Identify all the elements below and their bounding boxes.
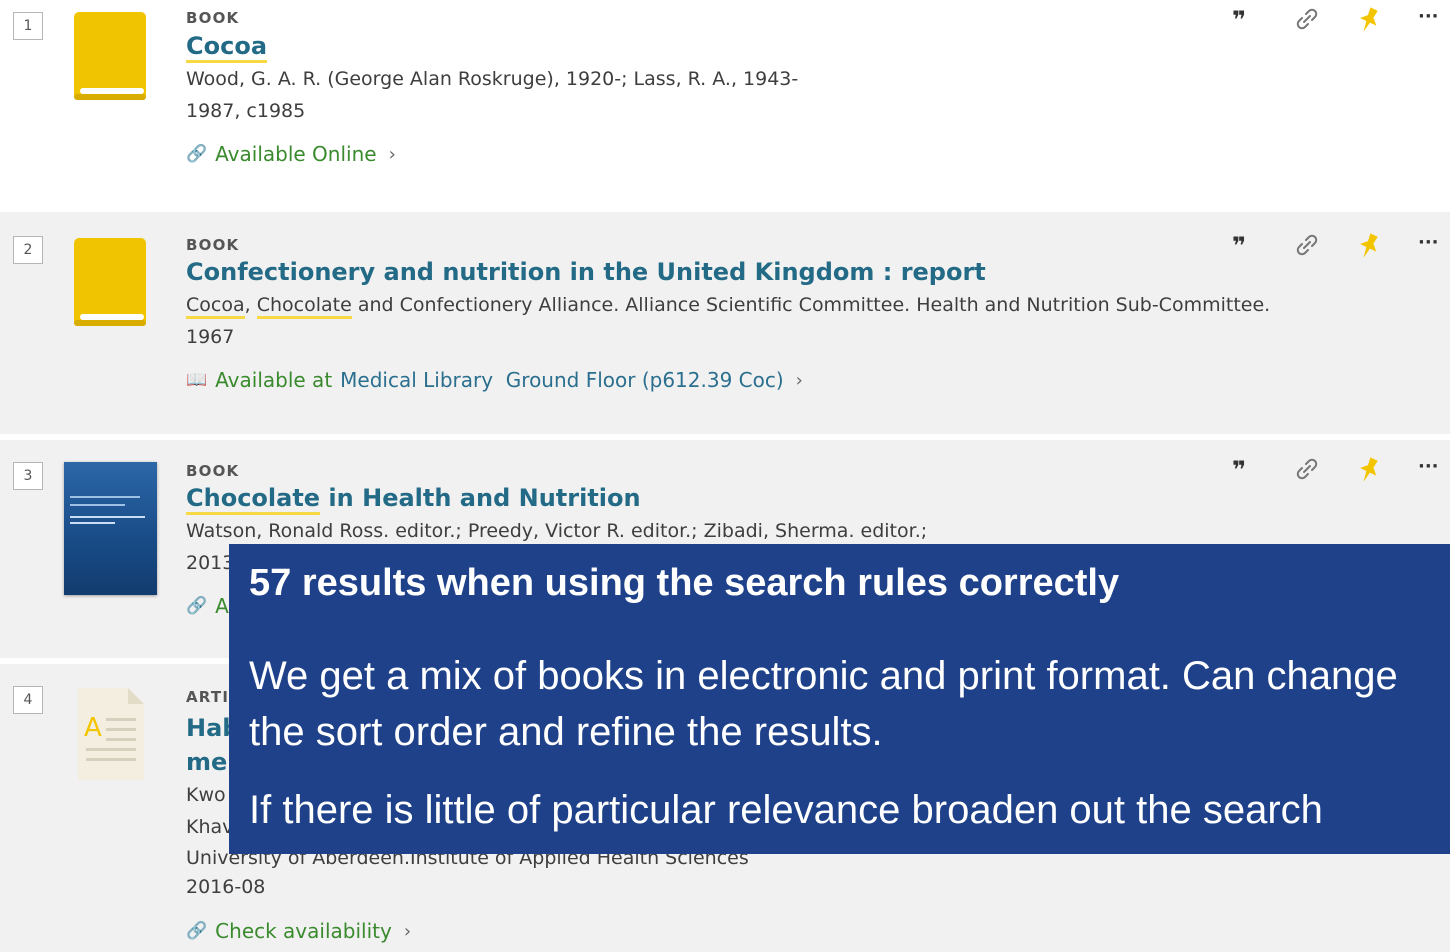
book-icon xyxy=(74,12,146,100)
more-icon[interactable]: ··· xyxy=(1418,456,1439,477)
result-title[interactable]: Confectionery and nutrition in the Unite… xyxy=(186,258,986,286)
record-actions: ❞ ··· xyxy=(1232,232,1447,262)
link-icon: 🔗 xyxy=(186,596,208,616)
overlay-paragraph-2: If there is little of particular relevan… xyxy=(249,788,1323,832)
book-open-icon: 📖 xyxy=(186,370,208,390)
result-title[interactable]: Cocoa xyxy=(186,32,268,63)
title-highlight: Chocolate xyxy=(186,484,321,515)
more-icon[interactable]: ··· xyxy=(1418,232,1439,253)
link-icon[interactable] xyxy=(1294,232,1320,262)
result-number: 2 xyxy=(13,236,43,264)
article-icon: A xyxy=(78,688,144,780)
pin-icon[interactable] xyxy=(1356,6,1382,38)
result-date: 2016-08 xyxy=(186,876,266,898)
location-text: Medical Library Ground Floor (p612.39 Co… xyxy=(340,368,784,392)
availability-text: A xyxy=(215,594,229,618)
book-icon xyxy=(74,238,146,326)
result-authors: Watson, Ronald Ross. editor.; Preedy, Vi… xyxy=(186,520,928,542)
pin-icon[interactable] xyxy=(1356,456,1382,488)
link-icon[interactable] xyxy=(1294,6,1320,38)
chevron-right-icon: › xyxy=(795,369,803,391)
result-item-1: 1 BOOK Cocoa Wood, G. A. R. (George Alan… xyxy=(0,0,1450,212)
result-number: 4 xyxy=(13,686,43,714)
link-icon[interactable] xyxy=(1294,456,1320,486)
result-item-2: 2 BOOK Confectionery and nutrition in th… xyxy=(0,212,1450,434)
availability-text: Available at xyxy=(215,368,333,392)
quote-icon[interactable]: ❞ xyxy=(1232,232,1246,260)
pin-icon[interactable] xyxy=(1356,232,1382,264)
author-highlight: Chocolate xyxy=(256,294,352,319)
record-actions: ❞ ··· xyxy=(1232,6,1447,36)
result-number: 1 xyxy=(13,12,43,40)
record-actions: ❞ ··· xyxy=(1232,456,1447,486)
availability-link[interactable]: 📖 Available at Medical Library Ground Fl… xyxy=(186,368,803,392)
link-icon: 🔗 xyxy=(186,144,208,164)
availability-link[interactable]: 🔗 Check availability › xyxy=(186,919,411,943)
result-authors: Kwo xyxy=(186,784,226,806)
result-date: 1967 xyxy=(186,326,235,348)
result-date: 1987, c1985 xyxy=(186,100,306,122)
overlay-heading: 57 results when using the search rules c… xyxy=(249,562,1120,604)
overlay-paragraph-1: We get a mix of books in electronic and … xyxy=(249,654,1398,754)
resource-type: BOOK xyxy=(186,236,240,254)
chevron-right-icon: › xyxy=(403,920,412,942)
result-authors: Wood, G. A. R. (George Alan Roskruge), 1… xyxy=(186,68,799,90)
quote-icon[interactable]: ❞ xyxy=(1232,456,1246,484)
availability-text: Available Online xyxy=(215,142,377,166)
link-icon: 🔗 xyxy=(186,921,208,941)
annotation-overlay: 57 results when using the search rules c… xyxy=(229,544,1450,854)
book-cover-image[interactable] xyxy=(64,462,157,595)
result-title[interactable]: Chocolate in Health and Nutrition xyxy=(186,484,641,515)
result-date: 2013 xyxy=(186,552,235,574)
availability-link[interactable]: 🔗 Available Online › xyxy=(186,142,396,166)
title-text: in Health and Nutrition xyxy=(320,484,641,512)
result-number: 3 xyxy=(13,462,43,490)
availability-link[interactable]: 🔗 A xyxy=(186,594,229,618)
result-authors-line-2: Khav xyxy=(186,816,234,838)
more-icon[interactable]: ··· xyxy=(1418,6,1439,27)
availability-text: Check availability xyxy=(215,919,392,943)
chevron-right-icon: › xyxy=(388,143,396,165)
result-authors: Cocoa, Chocolate and Confectionery Allia… xyxy=(186,294,1271,319)
resource-type: BOOK xyxy=(186,462,240,480)
author-text: , xyxy=(244,294,257,316)
author-highlight: Cocoa xyxy=(186,294,245,319)
author-text: and Confectionery Alliance. Alliance Sci… xyxy=(351,294,1271,316)
resource-type: BOOK xyxy=(186,9,240,27)
title-highlight: Cocoa xyxy=(186,32,268,63)
svg-text:A: A xyxy=(84,713,102,743)
quote-icon[interactable]: ❞ xyxy=(1232,6,1246,34)
